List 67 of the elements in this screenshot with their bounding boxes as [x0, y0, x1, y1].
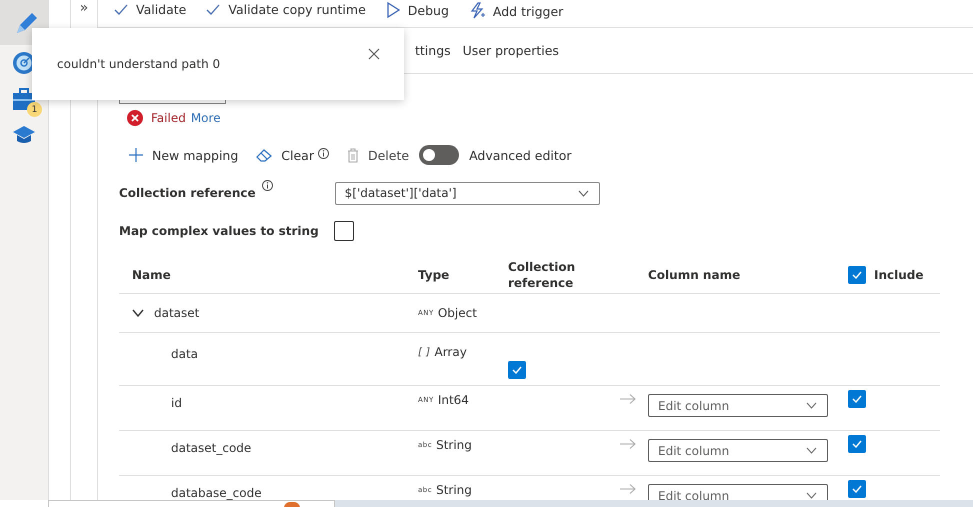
- dropdown[interactable]: Edit column: [648, 439, 828, 462]
- table-cell: Array: [434, 345, 467, 359]
- dropdown[interactable]: Edit column: [648, 394, 828, 417]
- checkmark-icon: [852, 270, 862, 278]
- app-icon[interactable]: [284, 502, 300, 507]
- checkmark-icon: [852, 440, 862, 448]
- table-cell: String: [436, 483, 472, 497]
- table-cell: String: [436, 438, 472, 452]
- close-icon[interactable]: [368, 48, 380, 60]
- column-header: Type: [418, 268, 450, 282]
- error-icon: [127, 110, 143, 126]
- column-header: Include: [874, 268, 924, 282]
- column-header: Collection reference: [508, 258, 576, 290]
- checkbox[interactable]: [848, 435, 866, 453]
- checkmark-icon: [852, 395, 862, 403]
- dropdown[interactable]: $['dataset']['data']: [334, 182, 600, 204]
- toolbar-button[interactable]: Add trigger: [468, 2, 564, 20]
- info-icon: [262, 180, 273, 191]
- play-icon: [386, 2, 400, 18]
- eraser-icon: [256, 148, 272, 162]
- toolbar-button[interactable]: Debug: [386, 2, 449, 18]
- chevron-down-icon: [806, 492, 817, 499]
- table-cell: dataset: [154, 306, 200, 320]
- table-cell: data: [171, 347, 198, 361]
- column-header: Column name: [648, 268, 742, 282]
- arrow-right-icon: [620, 484, 636, 494]
- type-tag: [ ]: [418, 346, 430, 358]
- checkmark-icon: [852, 485, 862, 493]
- action-button[interactable]: Clear: [256, 148, 329, 162]
- field-label: Map complex values to string: [119, 224, 320, 238]
- arrow-right-icon: [620, 439, 636, 449]
- status-text: Failed: [151, 111, 186, 125]
- checkbox[interactable]: [508, 361, 526, 379]
- toolbar-button[interactable]: Validate copy runtime: [206, 2, 366, 17]
- chevron-down-icon: [578, 190, 589, 196]
- checkmark-icon: [512, 366, 522, 374]
- toast-message: couldn't understand path 0: [57, 57, 220, 71]
- tab[interactable]: ttings: [415, 39, 451, 62]
- count-badge: 1: [27, 102, 42, 117]
- tab[interactable]: User properties: [462, 39, 559, 62]
- arrow-right-icon: [620, 394, 636, 404]
- checkbox[interactable]: [848, 390, 866, 408]
- check-icon: [114, 2, 128, 16]
- expand-button[interactable]: »: [78, 0, 90, 16]
- toolbar-button[interactable]: Validate: [114, 2, 186, 17]
- chevron-down-icon: [806, 402, 817, 409]
- chevron-down-icon[interactable]: [132, 309, 144, 317]
- field-label: Collection reference: [119, 186, 256, 200]
- check-icon: [206, 2, 220, 16]
- toggle-label: Advanced editor: [469, 148, 572, 162]
- chevron-down-icon: [806, 447, 817, 454]
- table-cell: dataset_code: [171, 441, 252, 455]
- trash-icon: [346, 148, 359, 162]
- lightning-icon: [468, 2, 485, 20]
- table-cell: id: [171, 396, 182, 410]
- checkbox[interactable]: [848, 480, 866, 498]
- table-cell: database_code: [171, 486, 262, 500]
- plus-icon: [129, 148, 143, 162]
- table-cell: Object: [438, 306, 477, 320]
- action-button[interactable]: New mapping: [129, 148, 238, 162]
- checkbox[interactable]: [848, 266, 866, 284]
- column-header: Name: [131, 268, 172, 282]
- more-link[interactable]: More: [190, 111, 221, 125]
- table-cell: Int64: [438, 393, 469, 407]
- info-icon: [318, 148, 329, 158]
- toggle-switch[interactable]: [419, 145, 460, 165]
- checkbox[interactable]: [334, 221, 354, 241]
